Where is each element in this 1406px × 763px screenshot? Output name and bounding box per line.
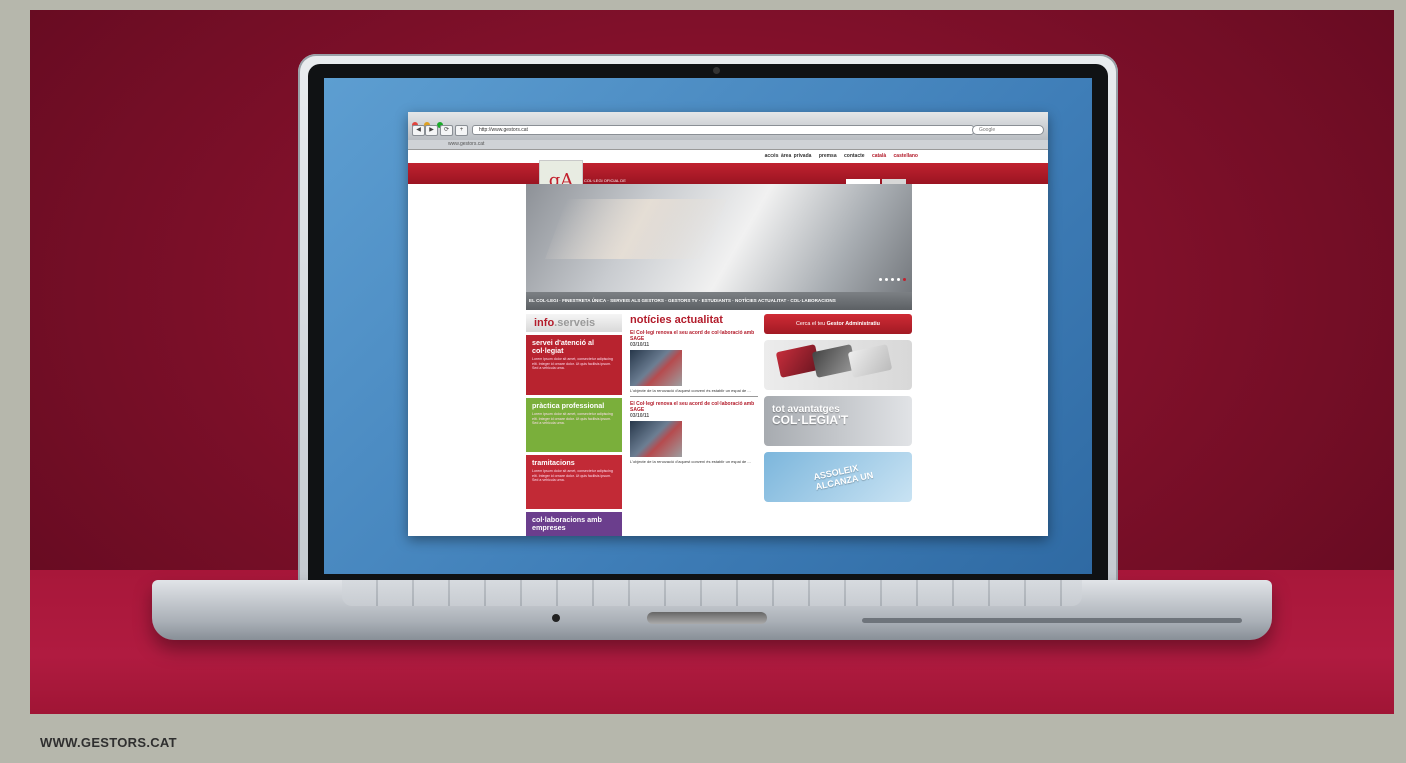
hero-banner <box>526 184 912 292</box>
find-gestor-button[interactable]: Cerca el teu Gestor Administratiu <box>764 314 912 334</box>
camera-icon <box>713 67 720 74</box>
contact-link[interactable]: contacte <box>844 153 865 159</box>
hero-pager[interactable] <box>876 268 906 286</box>
service-box-collaborations[interactable]: col·laboracions amb empreses <box>526 512 622 536</box>
laptop-base <box>152 580 1272 640</box>
service-box-attention[interactable]: servei d'atenció al col·legiat Lorem ips… <box>526 335 622 395</box>
lang-castellano-link[interactable]: castellano <box>894 153 918 159</box>
news-photo <box>630 421 682 457</box>
keyboard <box>342 580 1082 606</box>
lid-latch <box>647 612 767 624</box>
address-bar[interactable]: http://www.gestors.cat <box>472 125 974 135</box>
optical-slot <box>862 618 1242 623</box>
info-services-heading: info.serveis <box>526 314 622 332</box>
back-button[interactable]: ◀ <box>412 125 425 136</box>
press-link[interactable]: premsa <box>819 153 837 159</box>
main-menu[interactable]: EL COL·LEGI · FINESTRETA ÚNICA · SERVEIS… <box>526 292 912 310</box>
forward-button[interactable]: ▶ <box>425 125 438 136</box>
caption-url: WWW.GESTORS.CAT <box>40 735 177 750</box>
avantatges-promo-banner[interactable]: tot avantatges COL·LEGIA'T <box>764 396 912 446</box>
service-box-practice[interactable]: pràctica professional Lorem ipsum dolor … <box>526 398 622 452</box>
add-bookmark-icon[interactable]: + <box>455 125 468 136</box>
private-area-link[interactable]: accés àrea privada <box>765 153 812 159</box>
lang-catala-link[interactable]: català <box>872 153 886 159</box>
laptop-screen: ◀ ▶ ⟳ + http://www.gestors.cat Google ww… <box>324 78 1092 574</box>
sleep-light-icon <box>552 614 560 622</box>
cards-promo-banner[interactable] <box>764 340 912 390</box>
card-image <box>847 344 893 378</box>
news-item[interactable]: El Col·legi renova el seu acord de col·l… <box>630 401 758 464</box>
promo-column: Cerca el teu Gestor Administratiu tot av… <box>764 314 912 502</box>
background-stage: ◀ ▶ ⟳ + http://www.gestors.cat Google ww… <box>30 10 1394 714</box>
hero-image <box>545 199 727 259</box>
laptop-lid: ◀ ▶ ⟳ + http://www.gestors.cat Google ww… <box>298 54 1118 584</box>
browser-search-input[interactable]: Google <box>972 125 1044 135</box>
browser-toolbar: ◀ ▶ ⟳ + http://www.gestors.cat Google <box>408 112 1048 140</box>
divider <box>630 396 758 397</box>
browser-window: ◀ ▶ ⟳ + http://www.gestors.cat Google ww… <box>408 112 1048 536</box>
news-item[interactable]: El Col·legi renova el seu acord de col·l… <box>630 330 758 393</box>
website: accés àrea privada premsa contacte catal… <box>408 150 1048 536</box>
news-photo <box>630 350 682 386</box>
news-heading: notícies actualitat <box>630 314 723 326</box>
info-services-column: info.serveis servei d'atenció al col·leg… <box>526 314 622 536</box>
top-links: accés àrea privada premsa contacte catal… <box>760 153 918 159</box>
reload-icon[interactable]: ⟳ <box>440 125 453 136</box>
assoleix-promo-banner[interactable]: ASSOLEIX ALCANZA UN <box>764 452 912 502</box>
header-bar: COL·LEGI OFICIAL DE GESTORS ADMINISTRATI… <box>408 163 1048 198</box>
news-column: notícies actualitat El Col·legi renova e… <box>630 314 758 464</box>
service-box-procedures[interactable]: tramitacions Lorem ipsum dolor sit amet,… <box>526 455 622 509</box>
laptop-bezel: ◀ ▶ ⟳ + http://www.gestors.cat Google ww… <box>308 64 1108 584</box>
browser-tab[interactable]: www.gestors.cat <box>408 140 1048 150</box>
